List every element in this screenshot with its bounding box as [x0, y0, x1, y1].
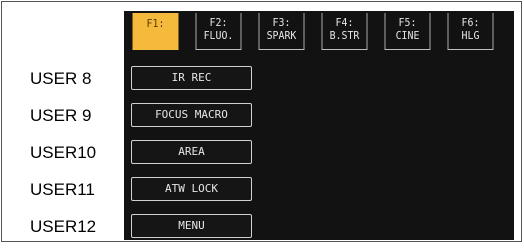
- user-row: USER10 AREA: [0, 136, 520, 174]
- f3-key-function: SPARK: [266, 29, 297, 42]
- f6-key[interactable]: F6: HLG: [447, 13, 494, 50]
- user-row: USER11 ATW LOCK: [0, 173, 520, 211]
- f1-key[interactable]: F1:: [132, 13, 179, 50]
- atw-lock-button[interactable]: ATW LOCK: [131, 177, 252, 201]
- f6-key-number: F6:: [461, 16, 480, 29]
- f6-key-function: HLG: [461, 29, 480, 42]
- ir-rec-button[interactable]: IR REC: [131, 66, 252, 90]
- f3-key-number: F3:: [272, 16, 291, 29]
- f2-key-function: FLUO.: [203, 29, 234, 42]
- f5-key-function: CINE: [395, 29, 420, 42]
- user-row: USER 9 FOCUS MACRO: [0, 99, 520, 137]
- function-key-bar: F1: F2: FLUO. F3: SPARK F4: B.STR F5: CI…: [130, 13, 508, 50]
- focus-macro-button[interactable]: FOCUS MACRO: [131, 103, 252, 127]
- f4-key-function: B.STR: [329, 29, 360, 42]
- area-button[interactable]: AREA: [131, 140, 252, 164]
- f4-key[interactable]: F4: B.STR: [321, 13, 368, 50]
- user-8-label: USER 8: [30, 69, 92, 88]
- f2-key[interactable]: F2: FLUO.: [195, 13, 242, 50]
- user-12-label: USER12: [30, 217, 97, 236]
- f1-key-number: F1:: [146, 17, 165, 30]
- f3-key[interactable]: F3: SPARK: [258, 13, 305, 50]
- user-row: USER 8 IR REC: [0, 62, 520, 100]
- user-10-label: USER10: [30, 143, 97, 162]
- menu-button[interactable]: MENU: [131, 214, 252, 238]
- user-11-label: USER11: [30, 180, 95, 199]
- f5-key-number: F5:: [398, 16, 417, 29]
- user-row: USER12 MENU: [0, 210, 520, 248]
- f5-key[interactable]: F5: CINE: [384, 13, 431, 50]
- f2-key-number: F2:: [209, 16, 228, 29]
- f4-key-number: F4:: [335, 16, 354, 29]
- user-9-label: USER 9: [30, 106, 92, 125]
